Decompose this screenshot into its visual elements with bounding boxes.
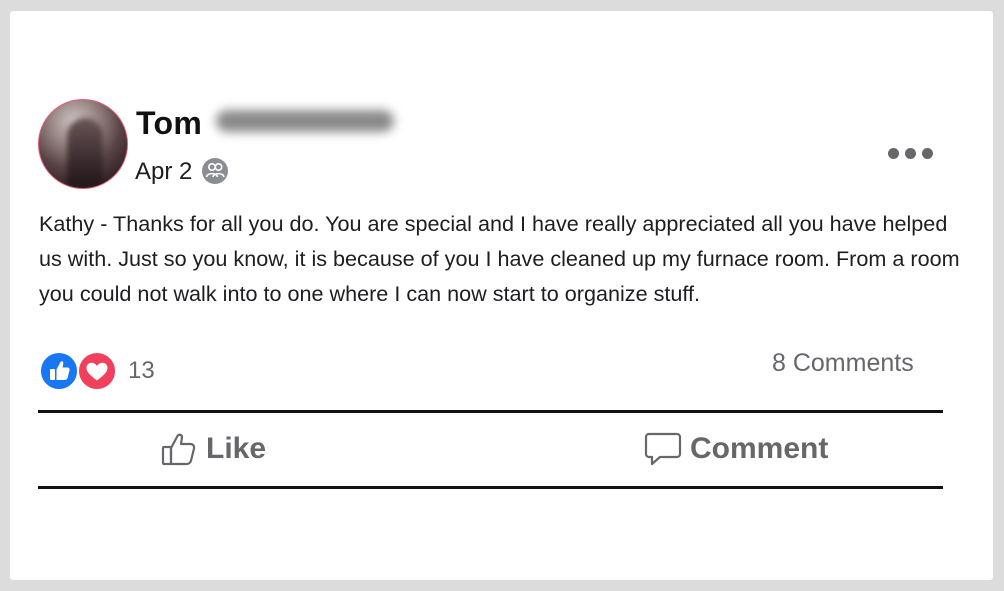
heart-icon (86, 362, 108, 381)
reaction-count: 13 (128, 357, 155, 384)
like-button[interactable]: Like (160, 425, 266, 473)
more-dot (921, 147, 933, 159)
post-date[interactable]: Apr 2 (135, 158, 192, 186)
comment-button-label: Comment (690, 432, 829, 465)
author-avatar[interactable] (38, 99, 128, 189)
post-card: Tom Apr 2 Kathy - Thanks for all you do.… (10, 11, 993, 580)
more-dot (887, 147, 899, 159)
comment-button[interactable]: Comment (642, 425, 828, 473)
avatar-photo (67, 118, 103, 188)
actions-divider-bottom (38, 486, 943, 489)
author-name[interactable]: Tom (136, 105, 202, 142)
friends-icon[interactable] (202, 158, 228, 184)
thumbs-up-icon (50, 361, 70, 380)
comments-count-link[interactable]: 8 Comments (772, 349, 914, 378)
redacted-surname (216, 110, 394, 132)
like-button-label: Like (206, 432, 267, 465)
thumbs-up-outline-icon (161, 433, 196, 466)
like-reaction-icon (40, 352, 78, 390)
more-options-button[interactable] (882, 141, 938, 165)
speech-bubble-icon (644, 432, 682, 466)
post-body: Kathy - Thanks for all you do. You are s… (39, 211, 960, 306)
love-reaction-icon (78, 352, 116, 390)
friends-icon-glyph (205, 163, 225, 178)
more-dot (904, 147, 916, 159)
actions-divider-top (38, 410, 943, 413)
